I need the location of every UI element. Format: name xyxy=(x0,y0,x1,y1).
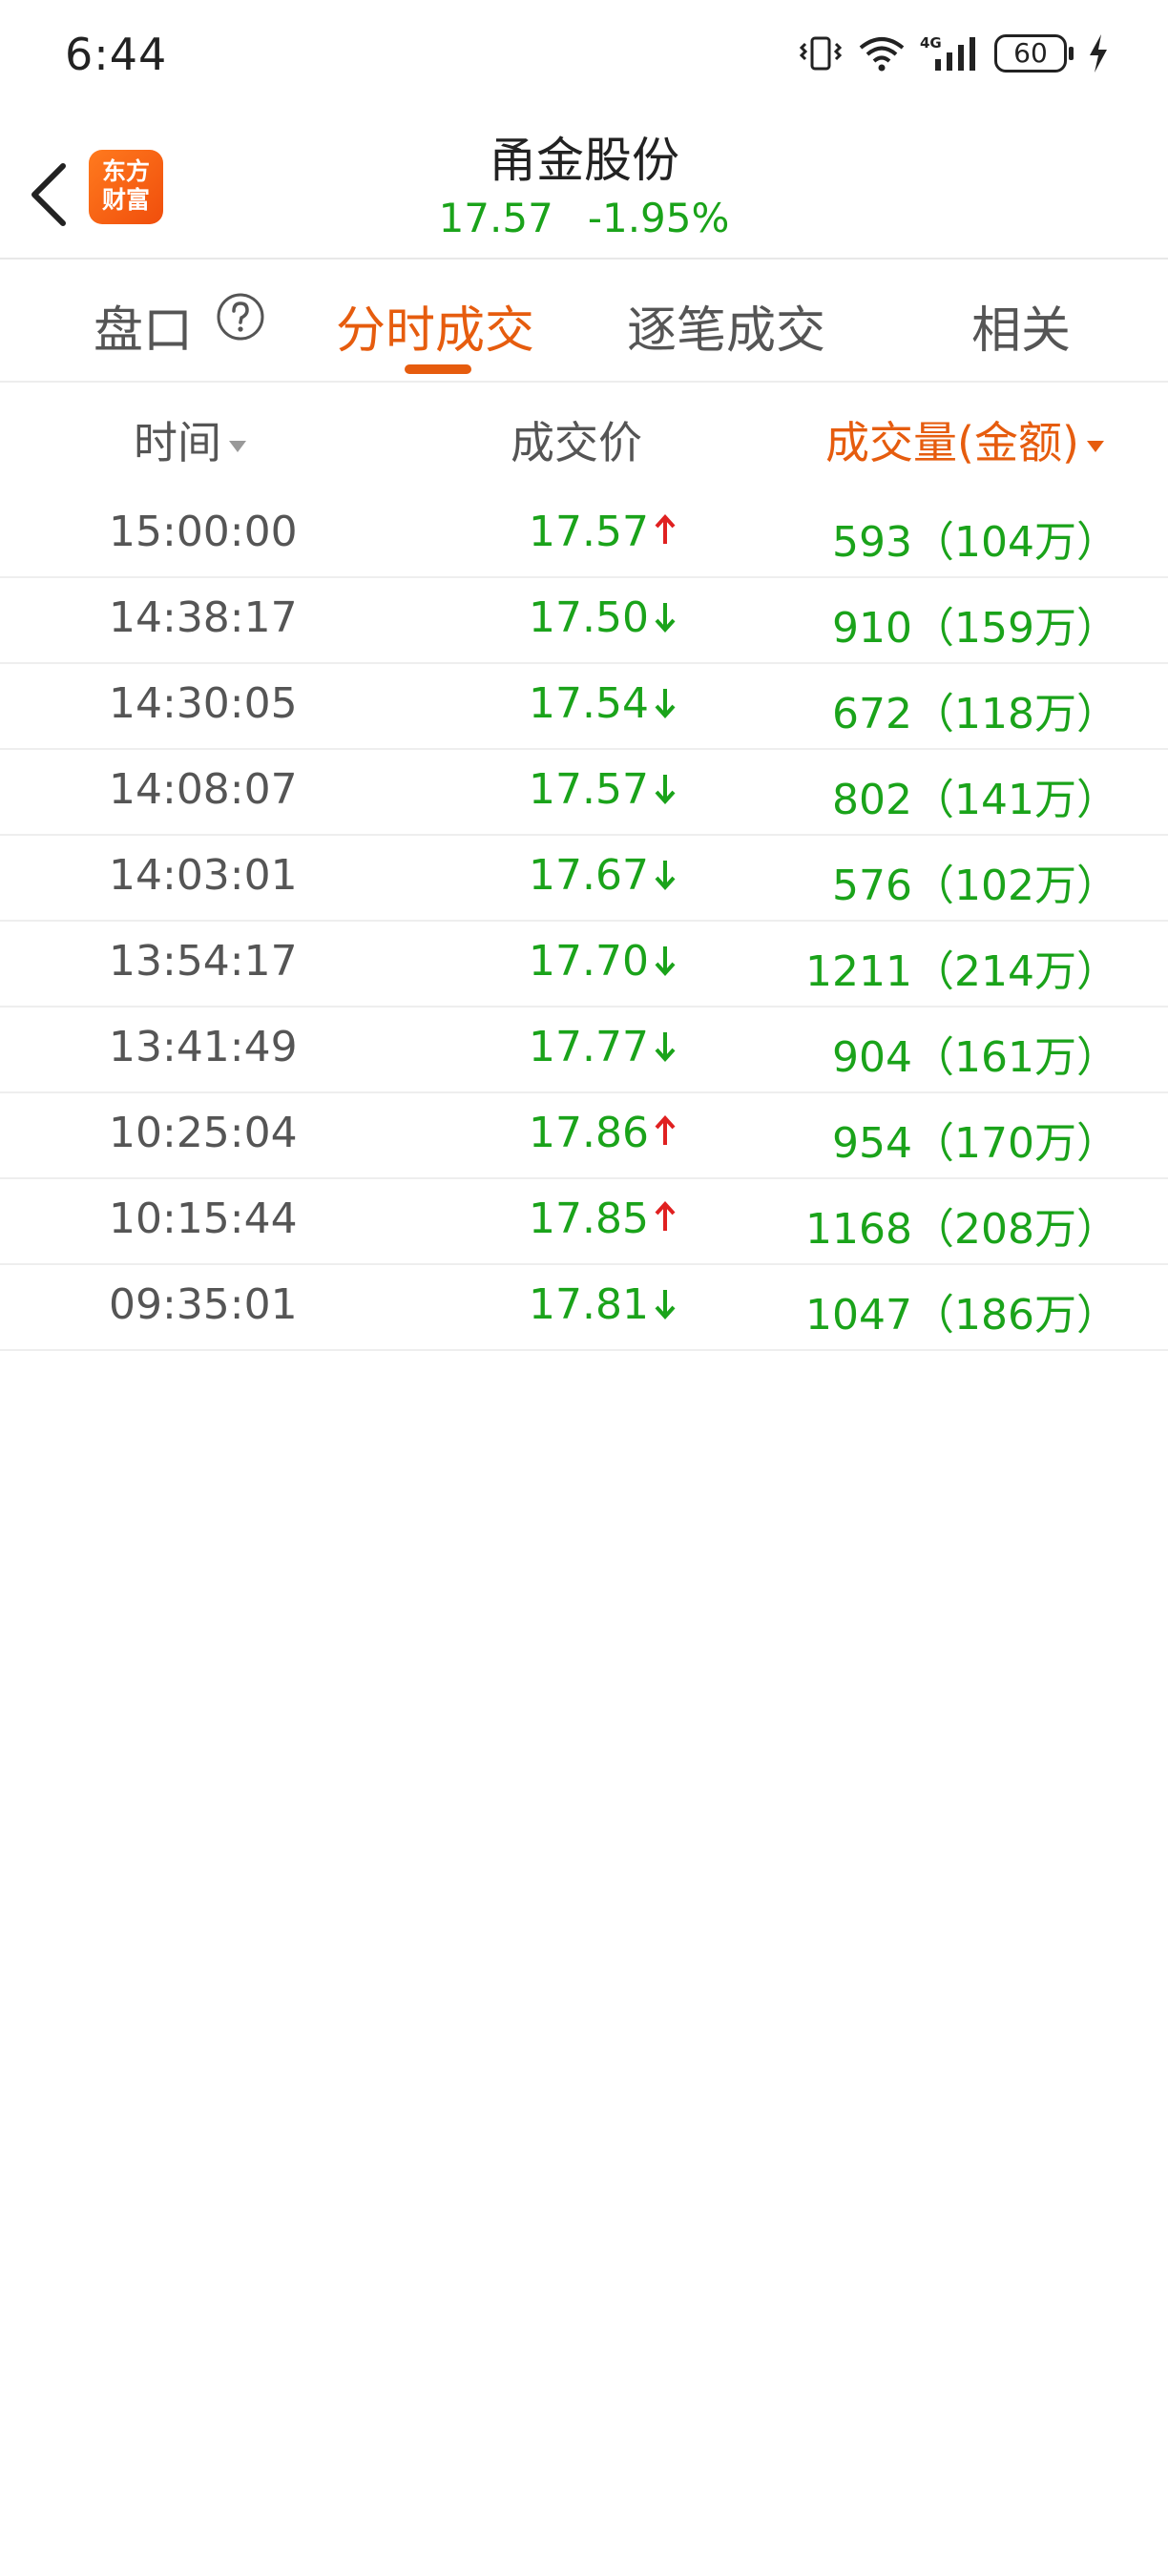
active-tab-indicator xyxy=(405,364,471,374)
status-time: 6:44 xyxy=(65,29,168,80)
trade-price: 17.85 xyxy=(529,1195,649,1243)
stock-price: 17.57 xyxy=(438,195,553,241)
column-header-time-label: 时间 xyxy=(134,417,221,468)
trade-price: 17.57 xyxy=(529,508,649,556)
trade-volume: 1168（208万） xyxy=(805,1205,1118,1254)
trade-volume: 954（170万） xyxy=(832,1119,1118,1168)
trade-volume: 593（104万） xyxy=(832,518,1118,567)
arrow-down-icon xyxy=(655,1032,676,1062)
arrow-down-icon xyxy=(655,775,676,804)
trade-time: 13:54:17 xyxy=(109,937,298,986)
trade-price: 17.81 xyxy=(529,1280,649,1329)
trade-price: 17.86 xyxy=(529,1109,649,1157)
trade-volume: 576（102万） xyxy=(832,862,1118,910)
trade-price-cell: 17.70 xyxy=(529,937,678,986)
charging-icon xyxy=(1090,34,1107,73)
trade-price-cell: 17.54 xyxy=(529,679,678,728)
trade-price: 17.50 xyxy=(529,593,649,642)
trade-price-cell: 17.85 xyxy=(529,1195,678,1243)
trade-volume: 904（161万） xyxy=(832,1033,1118,1082)
arrow-up-icon xyxy=(655,1115,676,1145)
trade-time: 14:38:17 xyxy=(109,593,298,642)
battery-icon: 60 xyxy=(994,34,1074,73)
trade-row: 14:08:07 17.57 802（141万） xyxy=(0,750,1168,836)
trade-price: 17.67 xyxy=(529,851,649,900)
column-header-volume[interactable]: 成交量(金额) xyxy=(825,408,1104,471)
trade-price-cell: 17.67 xyxy=(529,851,678,900)
tab-bar: 盘口 分时成交 逐笔成交 相关 xyxy=(0,260,1168,382)
trade-price-cell: 17.57 xyxy=(529,765,678,814)
trade-price-cell: 17.57 xyxy=(529,508,678,556)
trade-list: 15:00:00 17.57 593（104万） 14:38:17 17.50 … xyxy=(0,492,1168,1351)
sort-caret-icon xyxy=(1086,440,1104,452)
wifi-icon xyxy=(859,37,905,72)
stock-change-pct: -1.95% xyxy=(587,195,730,241)
arrow-down-icon xyxy=(655,603,676,633)
vibrate-icon xyxy=(799,36,843,71)
trade-time: 09:35:01 xyxy=(109,1280,298,1329)
column-header-volume-label: 成交量(金额) xyxy=(825,417,1079,468)
trade-volume: 802（141万） xyxy=(832,776,1118,824)
column-header-time[interactable]: 时间 xyxy=(134,408,246,471)
network-type-label: 4G xyxy=(920,34,942,52)
status-bar: 6:44 4G 60 xyxy=(0,0,1168,114)
trade-price: 17.70 xyxy=(529,937,649,986)
trade-time: 14:30:05 xyxy=(109,679,298,728)
trade-time: 10:15:44 xyxy=(109,1195,298,1243)
column-header-price-label: 成交价 xyxy=(511,417,642,468)
trade-price-cell: 17.81 xyxy=(529,1280,678,1329)
arrow-up-icon xyxy=(655,514,676,544)
trade-row: 14:30:05 17.54 672（118万） xyxy=(0,664,1168,750)
arrow-down-icon xyxy=(655,1290,676,1319)
column-header-price: 成交价 xyxy=(511,408,642,471)
tab-time-sharing-trades[interactable]: 分时成交 xyxy=(336,290,534,362)
trade-row: 09:35:01 17.81 1047（186万） xyxy=(0,1265,1168,1351)
signal-4g-icon: 4G xyxy=(920,34,975,71)
sort-caret-icon xyxy=(229,440,246,452)
trade-row: 14:03:01 17.67 576（102万） xyxy=(0,836,1168,922)
trade-price: 17.57 xyxy=(529,765,649,814)
trade-row: 13:54:17 17.70 1211（214万） xyxy=(0,922,1168,1008)
trade-time: 14:08:07 xyxy=(109,765,298,814)
trade-volume: 910（159万） xyxy=(832,604,1118,653)
stock-header: 东方 财富 甬金股份 17.57 -1.95% xyxy=(0,114,1168,258)
trade-time: 10:25:04 xyxy=(109,1109,298,1157)
tab-divider xyxy=(0,381,1168,383)
arrow-down-icon xyxy=(655,689,676,718)
trade-volume: 1211（214万） xyxy=(805,947,1118,996)
arrow-up-icon xyxy=(655,1201,676,1231)
trade-time: 13:41:49 xyxy=(109,1023,298,1071)
trade-time: 15:00:00 xyxy=(109,508,298,556)
trade-row: 15:00:00 17.57 593（104万） xyxy=(0,492,1168,578)
stock-quote: 17.57 -1.95% xyxy=(0,195,1168,241)
trade-price: 17.77 xyxy=(529,1023,649,1071)
tab-order-book[interactable]: 盘口 xyxy=(94,290,193,362)
trade-price: 17.54 xyxy=(529,679,649,728)
trade-row: 10:15:44 17.85 1168（208万） xyxy=(0,1179,1168,1265)
trade-time: 14:03:01 xyxy=(109,851,298,900)
tab-tick-trades[interactable]: 逐笔成交 xyxy=(627,290,825,362)
trade-row: 13:41:49 17.77 904（161万） xyxy=(0,1008,1168,1093)
status-icons: 4G 60 xyxy=(798,32,1111,74)
trade-price-cell: 17.77 xyxy=(529,1023,678,1071)
trade-volume: 672（118万） xyxy=(832,690,1118,738)
stock-name: 甬金股份 xyxy=(489,133,679,188)
arrow-down-icon xyxy=(655,946,676,976)
help-icon[interactable] xyxy=(216,292,265,342)
trade-row: 14:38:17 17.50 910（159万） xyxy=(0,578,1168,664)
trade-row: 10:25:04 17.86 954（170万） xyxy=(0,1093,1168,1179)
trade-price-cell: 17.50 xyxy=(529,593,678,642)
trade-volume: 1047（186万） xyxy=(805,1291,1118,1340)
trade-price-cell: 17.86 xyxy=(529,1109,678,1157)
arrow-down-icon xyxy=(655,861,676,890)
tab-related[interactable]: 相关 xyxy=(971,290,1071,362)
